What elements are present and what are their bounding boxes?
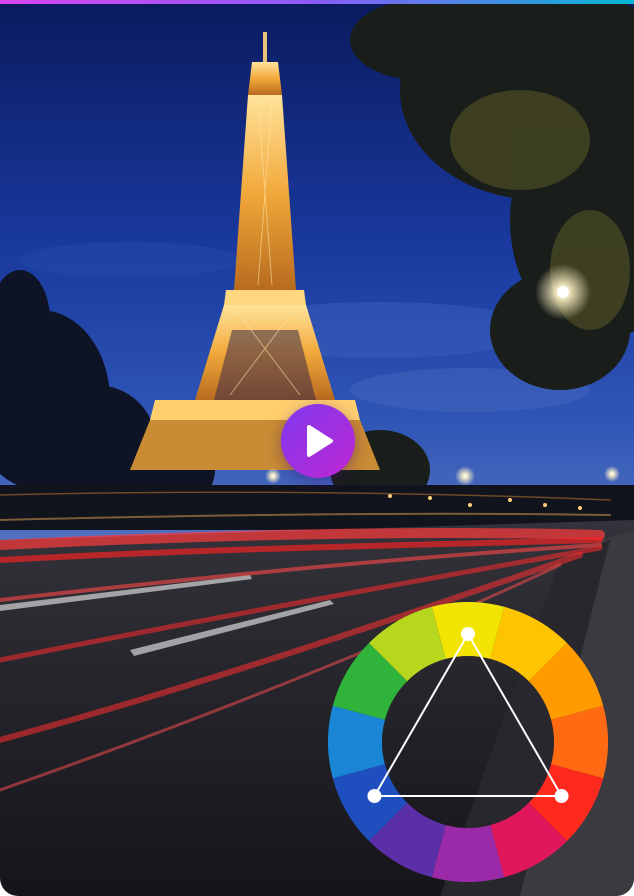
triad-marker[interactable] bbox=[554, 789, 569, 803]
hero-media-card bbox=[0, 0, 634, 896]
triad-marker[interactable] bbox=[461, 627, 475, 641]
play-icon bbox=[307, 425, 333, 457]
play-button[interactable] bbox=[281, 404, 355, 478]
triad-marker[interactable] bbox=[367, 789, 382, 803]
color-wheel bbox=[328, 602, 608, 882]
accent-top-bar bbox=[0, 0, 634, 4]
